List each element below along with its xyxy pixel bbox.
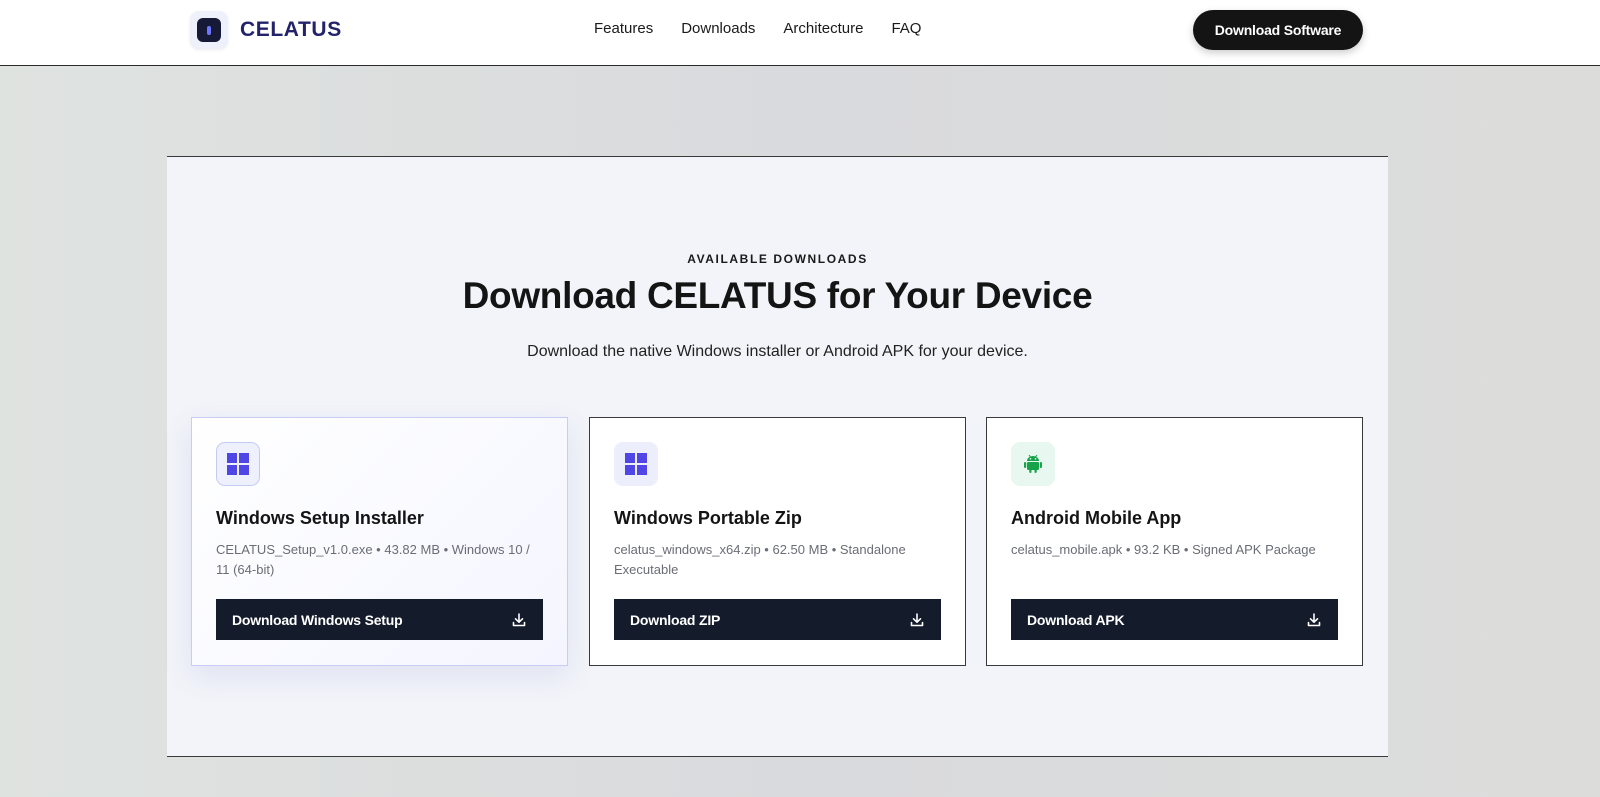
android-icon xyxy=(1011,442,1055,486)
section-subtitle: Download the native Windows installer or… xyxy=(527,343,1028,360)
nav-link-faq[interactable]: FAQ xyxy=(891,20,921,37)
main-nav: Features Downloads Architecture FAQ xyxy=(594,20,949,37)
nav-link-features[interactable]: Features xyxy=(594,20,653,37)
card-file-info: celatus_windows_x64.zip • 62.50 MB • Sta… xyxy=(614,542,906,577)
windows-icon xyxy=(614,442,658,486)
download-card-android: Android Mobile App celatus_mobile.apk • … xyxy=(986,417,1363,666)
celatus-logo-icon xyxy=(190,11,228,49)
section-eyebrow: AVAILABLE DOWNLOADS xyxy=(687,252,868,266)
download-card-windows-setup: Windows Setup Installer CELATUS_Setup_v1… xyxy=(191,417,568,666)
button-label: Download APK xyxy=(1027,611,1125,628)
top-navigation-bar: CELATUS Features Downloads Architecture … xyxy=(0,0,1600,66)
nav-link-downloads[interactable]: Downloads xyxy=(681,20,755,37)
download-zip-button[interactable]: Download ZIP xyxy=(614,599,941,640)
card-title: Android Mobile App xyxy=(1011,508,1182,528)
button-label: Download ZIP xyxy=(630,611,721,628)
card-title: Windows Portable Zip xyxy=(614,508,802,528)
section-title: Download CELATUS for Your Device xyxy=(462,275,1093,316)
logo-link[interactable]: CELATUS xyxy=(190,11,342,49)
windows-icon xyxy=(216,442,260,486)
downloads-section: AVAILABLE DOWNLOADS Download CELATUS for… xyxy=(167,156,1388,757)
card-file-info: CELATUS_Setup_v1.0.exe • 43.82 MB • Wind… xyxy=(216,542,530,577)
download-software-button[interactable]: Download Software xyxy=(1193,10,1363,50)
card-title: Windows Setup Installer xyxy=(216,508,424,528)
download-apk-button[interactable]: Download APK xyxy=(1011,599,1338,640)
button-label: Download Windows Setup xyxy=(232,611,403,628)
nav-link-architecture[interactable]: Architecture xyxy=(783,20,863,37)
download-icon xyxy=(512,612,526,626)
logo-text: CELATUS xyxy=(240,18,342,41)
download-icon xyxy=(910,612,924,626)
card-file-info: celatus_mobile.apk • 93.2 KB • Signed AP… xyxy=(1011,542,1316,557)
download-windows-setup-button[interactable]: Download Windows Setup xyxy=(216,599,543,640)
download-card-windows-zip: Windows Portable Zip celatus_windows_x64… xyxy=(589,417,966,666)
download-icon xyxy=(1307,612,1321,626)
